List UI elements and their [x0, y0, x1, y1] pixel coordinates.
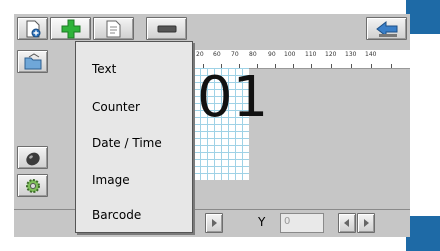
new-file-button[interactable] [17, 17, 48, 40]
menu-item-barcode[interactable]: Barcode [92, 208, 141, 222]
ruler-tick-label: 70 [231, 51, 239, 58]
corner-accent-top-right [406, 0, 440, 34]
plus-icon [61, 19, 80, 38]
print-settings-button[interactable] [17, 146, 48, 169]
menu-item-image[interactable]: Image [92, 173, 130, 187]
y-decrement-button[interactable] [338, 213, 356, 233]
ruler-tick-label: 60 [213, 51, 221, 58]
add-object-button[interactable] [50, 17, 91, 40]
menu-item-text[interactable]: Text [92, 62, 116, 76]
menu-item-counter[interactable]: Counter [92, 100, 140, 114]
chevron-right-icon [212, 219, 217, 227]
ruler-tick-label: 20 [196, 51, 204, 58]
ruler-tick-label: 80 [249, 51, 257, 58]
ruler-tick-label: 120 [325, 51, 337, 58]
ruler-tick-label: 100 [284, 51, 296, 58]
ruler-tick-label: 130 [345, 51, 357, 58]
settings-button[interactable] [17, 174, 48, 197]
chevron-left-icon [344, 219, 349, 227]
y-increment-button[interactable] [357, 213, 375, 233]
y-label: Y [258, 215, 266, 229]
new-file-icon [26, 20, 40, 37]
chevron-right-icon [364, 219, 369, 227]
arrow-left-icon [375, 20, 397, 37]
open-file-button[interactable] [17, 50, 48, 73]
x-increment-button[interactable] [205, 213, 223, 233]
device-screen: 20 60 70 80 90 100 110 120 130 140 01 Y … [14, 14, 410, 237]
corner-accent-bottom-right [406, 216, 440, 251]
document-edit-icon [106, 20, 120, 37]
delete-object-button[interactable] [146, 17, 187, 40]
add-object-menu: Text Counter Date / Time Image Barcode [75, 41, 193, 233]
back-button[interactable] [366, 17, 407, 40]
ruler-tick-label: 140 [365, 51, 377, 58]
ink-bottle-icon [25, 152, 40, 165]
menu-item-date-time[interactable]: Date / Time [92, 136, 162, 150]
folder-open-icon [24, 52, 41, 69]
minus-icon [157, 25, 176, 32]
gear-icon [25, 178, 40, 193]
edit-object-button[interactable] [93, 17, 134, 40]
ruler-tick-label: 110 [305, 51, 317, 58]
canvas-text-object[interactable]: 01 [197, 70, 268, 126]
ruler-tick-label: 90 [268, 51, 276, 58]
y-position-field[interactable]: 0 [280, 213, 324, 233]
